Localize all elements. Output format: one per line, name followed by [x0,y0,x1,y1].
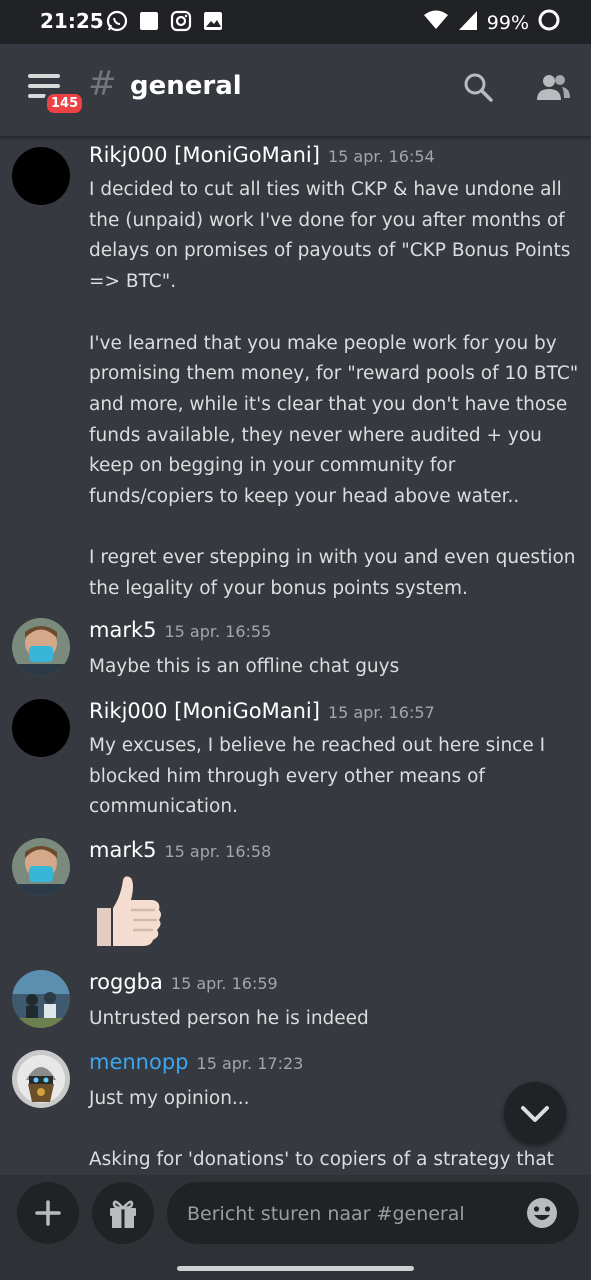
plus-icon [35,1200,61,1226]
message-input-container[interactable] [167,1182,579,1246]
message-header: Rikj000 [MoniGoMani] 15 apr. 16:54 [89,143,435,167]
message-paragraph: I've learned that you make people work f… [89,332,579,508]
app-square-icon [138,10,160,32]
message-paragraph: Untrusted person he is indeed [89,1008,369,1029]
whatsapp-icon [106,10,128,32]
channel-header: 145 # general [0,44,591,137]
message-content: Untrusted person he is indeed [89,1004,579,1035]
status-time: 21:25 [40,9,104,33]
status-bar: 21:25 99% [0,0,591,44]
author-name[interactable]: Rikj000 [MoniGoMani] [89,699,320,723]
notification-icons [106,10,224,32]
add-attachment-button[interactable] [17,1182,79,1244]
message-paragraph: My excuses, I believe he reached out her… [89,735,546,818]
message-header: roggba 15 apr. 16:59 [89,970,278,994]
composer-bar [0,1175,591,1280]
author-name[interactable]: mennopp [89,1050,189,1074]
timestamp: 15 apr. 16:54 [327,147,435,166]
message-paragraph: I regret ever stepping in with you and e… [89,547,576,600]
avatar[interactable] [12,1050,70,1108]
author-name[interactable]: mark5 [89,838,156,862]
timestamp: 15 apr. 16:59 [170,974,278,993]
gift-button[interactable] [92,1182,154,1244]
message-header: mennopp 15 apr. 17:23 [89,1050,303,1074]
chevron-down-icon [521,1106,549,1122]
message-paragraph: Maybe this is an offline chat guys [89,656,400,677]
timestamp: 15 apr. 16:57 [327,703,435,722]
message-input[interactable] [185,1182,509,1246]
instagram-icon [170,10,192,32]
unread-badge: 145 [44,91,86,116]
battery-percent: 99% [486,11,529,34]
author-name[interactable]: roggba [89,970,163,994]
gift-icon [110,1200,136,1228]
channel-hash-icon: # [88,64,117,104]
message-content: Maybe this is an offline chat guys [89,652,579,683]
avatar[interactable] [12,970,70,1028]
timestamp: 15 apr. 17:23 [196,1054,304,1073]
search-icon[interactable] [463,72,493,102]
author-name[interactable]: mark5 [89,618,156,642]
emoji-icon[interactable] [525,1196,559,1230]
home-indicator [177,1266,414,1271]
message-paragraph: I decided to cut all ties with CKP & hav… [89,179,571,293]
channel-title: general [130,71,242,101]
scroll-to-bottom-button[interactable] [504,1082,566,1144]
message-paragraph: Asking for 'donations' to copiers of a s… [89,1149,554,1171]
message-list[interactable]: Rikj000 [MoniGoMani] 15 apr. 16:54 I deci… [0,137,591,1175]
message-header: mark5 15 apr. 16:55 [89,618,271,642]
message-content: My excuses, I believe he reached out her… [89,731,579,823]
signal-icon [457,9,479,36]
thumbs-up-emoji-icon [89,874,165,954]
status-right: 99% [423,8,561,37]
gallery-icon [202,10,224,32]
avatar[interactable] [12,699,70,757]
avatar[interactable] [12,147,70,205]
timestamp: 15 apr. 16:55 [164,622,272,641]
battery-icon [537,8,561,37]
members-icon[interactable] [535,72,571,102]
timestamp: 15 apr. 16:58 [164,842,272,861]
wifi-icon [423,10,449,35]
avatar[interactable] [12,838,70,896]
message-content: I decided to cut all ties with CKP & hav… [89,175,579,605]
avatar[interactable] [12,618,70,676]
message-header: Rikj000 [MoniGoMani] 15 apr. 16:57 [89,699,435,723]
message-header: mark5 15 apr. 16:58 [89,838,271,862]
author-name[interactable]: Rikj000 [MoniGoMani] [89,143,320,167]
